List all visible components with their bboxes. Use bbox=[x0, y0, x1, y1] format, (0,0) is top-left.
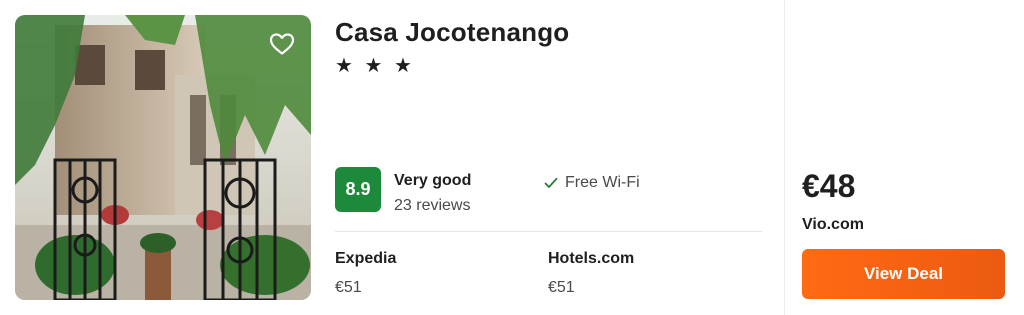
review-count[interactable]: 23 reviews bbox=[394, 197, 470, 215]
favorite-button[interactable] bbox=[265, 27, 299, 61]
star-rating: ★ ★ ★ bbox=[335, 55, 415, 77]
best-price-provider: Vio.com bbox=[802, 216, 864, 233]
hotel-name[interactable]: Casa Jocotenango bbox=[335, 17, 569, 48]
check-icon bbox=[544, 177, 558, 188]
provider-price: €51 bbox=[548, 279, 575, 296]
provider-name: Expedia bbox=[335, 250, 397, 267]
amenity-wifi: Free Wi-Fi bbox=[544, 174, 640, 192]
best-price: €48 bbox=[802, 168, 856, 204]
column-divider bbox=[784, 0, 785, 315]
view-deal-button[interactable]: View Deal bbox=[802, 249, 1005, 299]
provider-offer-hotels-com[interactable]: Hotels.com €51 bbox=[548, 250, 634, 297]
rating-score-badge: 8.9 bbox=[335, 167, 381, 212]
hotel-result-card[interactable]: Casa Jocotenango ★ ★ ★ 8.9 Very good 23 … bbox=[0, 0, 1024, 315]
heart-outline-icon bbox=[269, 33, 295, 55]
provider-price: €51 bbox=[335, 279, 362, 296]
rating-label: Very good bbox=[394, 172, 472, 189]
hotel-photo[interactable] bbox=[15, 15, 311, 300]
amenity-label: Free Wi-Fi bbox=[565, 174, 640, 191]
divider bbox=[335, 231, 762, 232]
provider-name: Hotels.com bbox=[548, 250, 635, 267]
provider-offer-expedia[interactable]: Expedia €51 bbox=[335, 250, 396, 297]
